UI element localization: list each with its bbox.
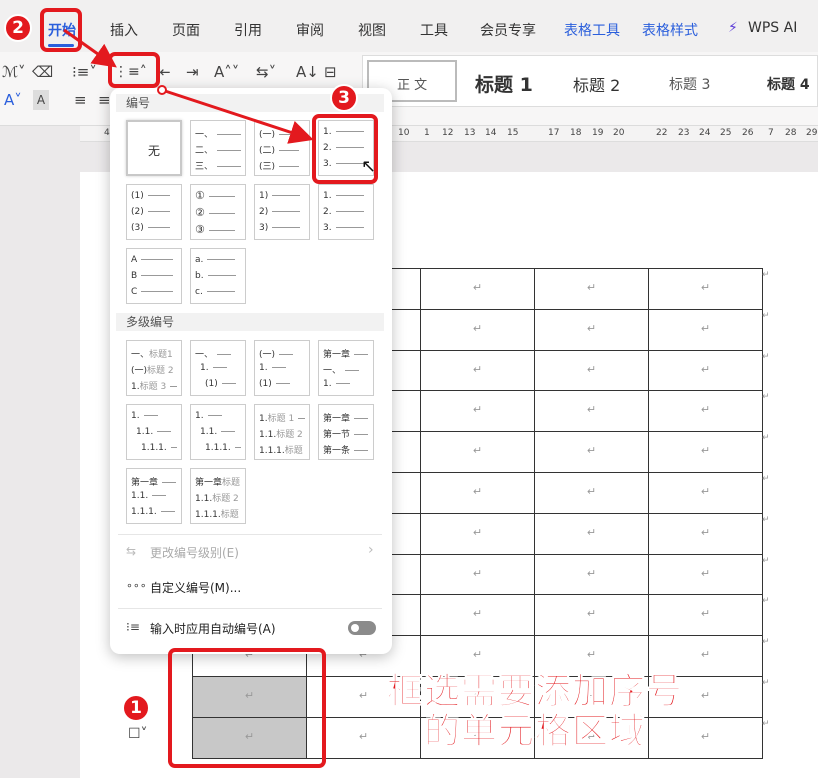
- step-badge-3: 3: [330, 84, 358, 112]
- step-badge-2: 2: [4, 14, 32, 42]
- annotation-arrows: [63, 28, 314, 144]
- instruction-caption: 框选需要添加序号 的单元格区域: [340, 671, 730, 752]
- mouse-cursor-icon: ↖: [361, 156, 377, 177]
- caption-line-1: 框选需要添加序号: [386, 671, 683, 712]
- step-badge-1: 1: [122, 694, 150, 722]
- caption-line-2: 的单元格区域: [423, 711, 646, 752]
